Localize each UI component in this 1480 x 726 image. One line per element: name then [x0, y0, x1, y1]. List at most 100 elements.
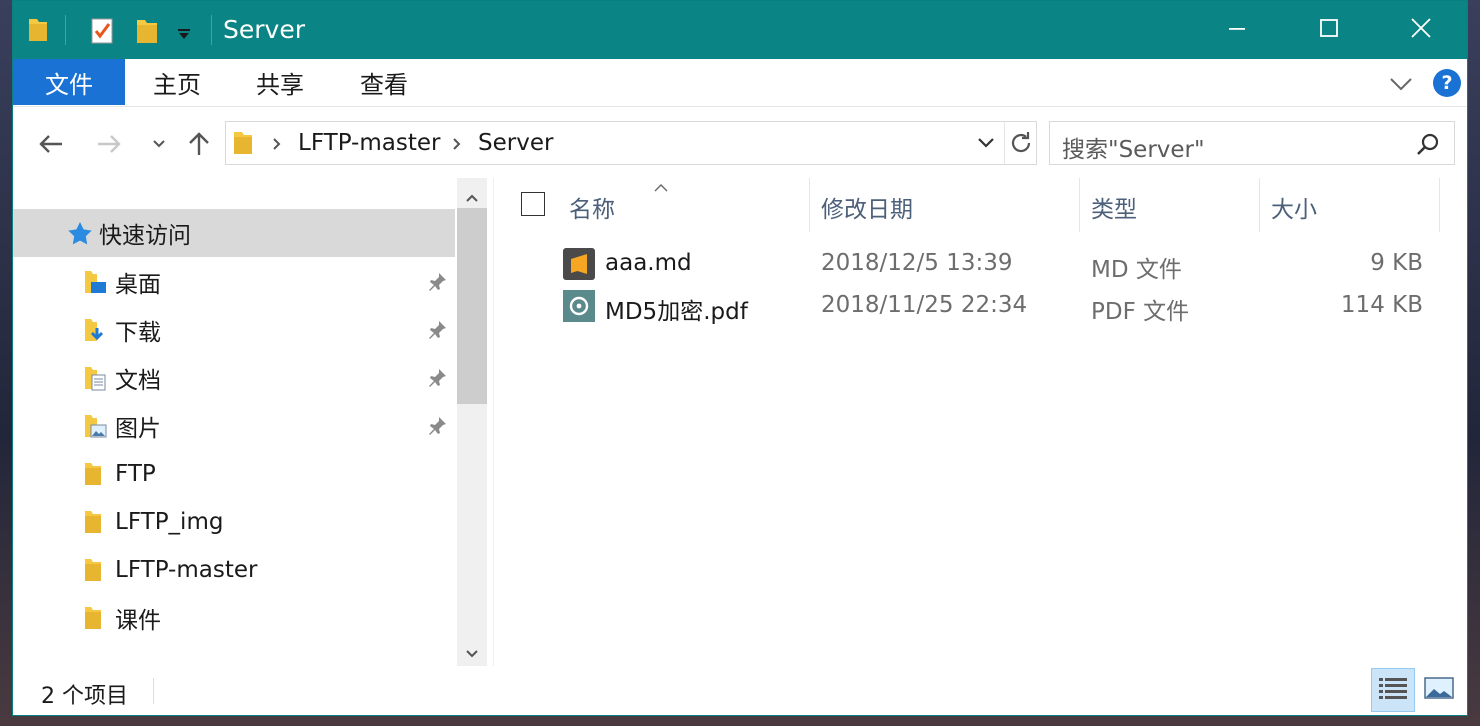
address-bar[interactable]: LFTP-master Server — [225, 121, 1037, 165]
minimize-button[interactable] — [1191, 1, 1283, 59]
pin-icon[interactable] — [427, 416, 447, 440]
sidebar-item-courseware[interactable]: 课件 — [13, 594, 455, 642]
scrollbar-thumb[interactable] — [457, 208, 487, 404]
back-arrow-icon[interactable] — [35, 128, 67, 160]
sidebar-item-lftp-master[interactable]: LFTP-master — [13, 546, 455, 594]
tab-file[interactable]: 文件 — [13, 59, 125, 105]
downloads-folder-icon — [83, 316, 107, 348]
ribbon: 文件 主页 共享 查看 ? — [13, 59, 1467, 107]
file-modified: 2018/12/5 13:39 — [821, 250, 1013, 276]
tab-view[interactable]: 查看 — [360, 59, 408, 105]
help-icon[interactable]: ? — [1433, 69, 1461, 97]
desktop-folder-icon — [83, 268, 107, 300]
item-count: 2 个项目 — [41, 684, 128, 709]
minimize-icon — [1227, 18, 1247, 42]
file-list: 名称 修改日期 类型 大小 aaa.md 2018/12/5 13:39 MD … — [495, 178, 1467, 666]
file-type: PDF 文件 — [1091, 299, 1190, 325]
folder-icon — [83, 460, 105, 492]
file-name[interactable]: aaa.md — [605, 250, 692, 276]
pane-divider[interactable] — [493, 178, 494, 666]
pin-icon[interactable] — [427, 320, 447, 344]
close-button[interactable] — [1375, 1, 1467, 59]
file-name[interactable]: MD5加密.pdf — [605, 292, 748, 326]
folder-icon — [83, 556, 105, 588]
pdf-file-icon — [563, 290, 595, 326]
file-type: MD 文件 — [1091, 257, 1182, 283]
large-icons-view-button[interactable] — [1417, 668, 1461, 712]
breadcrumb-item[interactable]: Server — [478, 130, 553, 156]
status-bar: 2 个项目 — [13, 666, 1467, 715]
search-input[interactable]: 搜索"Server" — [1062, 130, 1205, 164]
pin-icon[interactable] — [427, 272, 447, 296]
address-divider — [1004, 122, 1005, 164]
sort-ascending-icon — [653, 178, 669, 197]
sidebar-item-desktop[interactable]: 桌面 — [13, 258, 455, 306]
column-header-modified[interactable]: 修改日期 — [821, 190, 913, 224]
title-separator — [211, 15, 212, 45]
file-size: 9 KB — [1370, 250, 1423, 276]
title-separator — [65, 15, 66, 45]
tab-home[interactable]: 主页 — [153, 59, 201, 105]
sidebar-item-downloads[interactable]: 下载 — [13, 306, 455, 354]
sidebar-item-pictures[interactable]: 图片 — [13, 402, 455, 450]
column-divider[interactable] — [1079, 178, 1080, 232]
recent-locations-chevron-icon[interactable] — [143, 128, 175, 160]
file-row[interactable]: aaa.md 2018/12/5 13:39 MD 文件 9 KB — [495, 244, 1467, 286]
tab-share[interactable]: 共享 — [256, 59, 304, 105]
sidebar-item-ftp[interactable]: FTP — [13, 450, 455, 498]
sidebar-item-label: 下载 — [115, 320, 161, 346]
maximize-button[interactable] — [1283, 1, 1375, 59]
address-history-dropdown-icon[interactable] — [976, 134, 996, 156]
breadcrumb-separator-icon[interactable] — [452, 136, 462, 155]
breadcrumb-separator-icon[interactable] — [272, 136, 282, 155]
sidebar-item-label: 课件 — [115, 608, 161, 634]
file-modified: 2018/11/25 22:34 — [821, 292, 1028, 318]
details-view-icon — [1378, 676, 1408, 704]
folder-icon — [83, 508, 105, 540]
refresh-icon[interactable] — [1008, 130, 1034, 160]
details-view-button[interactable] — [1371, 668, 1415, 712]
customize-dropdown-icon[interactable] — [177, 25, 191, 44]
scroll-up-icon[interactable] — [465, 188, 479, 207]
navigation-pane: 快速访问 桌面 下载 文档 图片 FTP LFTP_img LFTP-maste… — [13, 178, 457, 666]
sidebar-item-label: 桌面 — [115, 272, 161, 298]
search-icon[interactable] — [1416, 132, 1440, 160]
breadcrumb-item[interactable]: LFTP-master — [298, 130, 440, 156]
file-size: 114 KB — [1340, 292, 1423, 318]
sublime-text-icon — [563, 248, 595, 284]
sidebar-scrollbar[interactable] — [457, 178, 487, 666]
window-title: Server — [223, 15, 305, 44]
column-header-name[interactable]: 名称 — [569, 190, 615, 224]
column-divider[interactable] — [809, 178, 810, 232]
select-all-checkbox[interactable] — [521, 192, 545, 216]
folder-icon — [83, 604, 105, 636]
file-row[interactable]: MD5加密.pdf 2018/11/25 22:34 PDF 文件 114 KB — [495, 286, 1467, 328]
column-header-type[interactable]: 类型 — [1091, 190, 1137, 224]
folder-icon — [27, 17, 49, 47]
column-divider[interactable] — [1259, 178, 1260, 232]
sidebar-item-label: 图片 — [115, 416, 161, 442]
sidebar-item-documents[interactable]: 文档 — [13, 354, 455, 402]
sidebar-item-lftp-img[interactable]: LFTP_img — [13, 498, 455, 546]
maximize-icon — [1319, 18, 1339, 42]
status-separator — [153, 678, 154, 704]
large-icons-view-icon — [1424, 676, 1454, 704]
navigation-bar: LFTP-master Server 搜索"Server" — [13, 108, 1467, 178]
new-folder-icon[interactable] — [135, 17, 159, 49]
column-divider[interactable] — [1439, 178, 1440, 232]
pin-icon[interactable] — [427, 368, 447, 392]
forward-arrow-icon[interactable] — [93, 128, 125, 160]
sidebar-item-quick-access[interactable]: 快速访问 — [13, 209, 455, 257]
sidebar-item-label: LFTP-master — [115, 557, 258, 583]
scroll-down-icon[interactable] — [465, 644, 479, 663]
title-bar[interactable]: Server — [13, 1, 1467, 59]
expand-ribbon-chevron-icon[interactable] — [1387, 69, 1415, 97]
folder-icon — [232, 130, 254, 160]
column-header-size[interactable]: 大小 — [1271, 190, 1317, 224]
pictures-folder-icon — [83, 412, 107, 444]
sidebar-item-label: 文档 — [115, 368, 161, 394]
search-box[interactable]: 搜索"Server" — [1049, 121, 1455, 165]
up-arrow-icon[interactable] — [183, 128, 215, 160]
sidebar-item-label: 快速访问 — [99, 223, 191, 249]
properties-icon[interactable] — [91, 17, 115, 49]
